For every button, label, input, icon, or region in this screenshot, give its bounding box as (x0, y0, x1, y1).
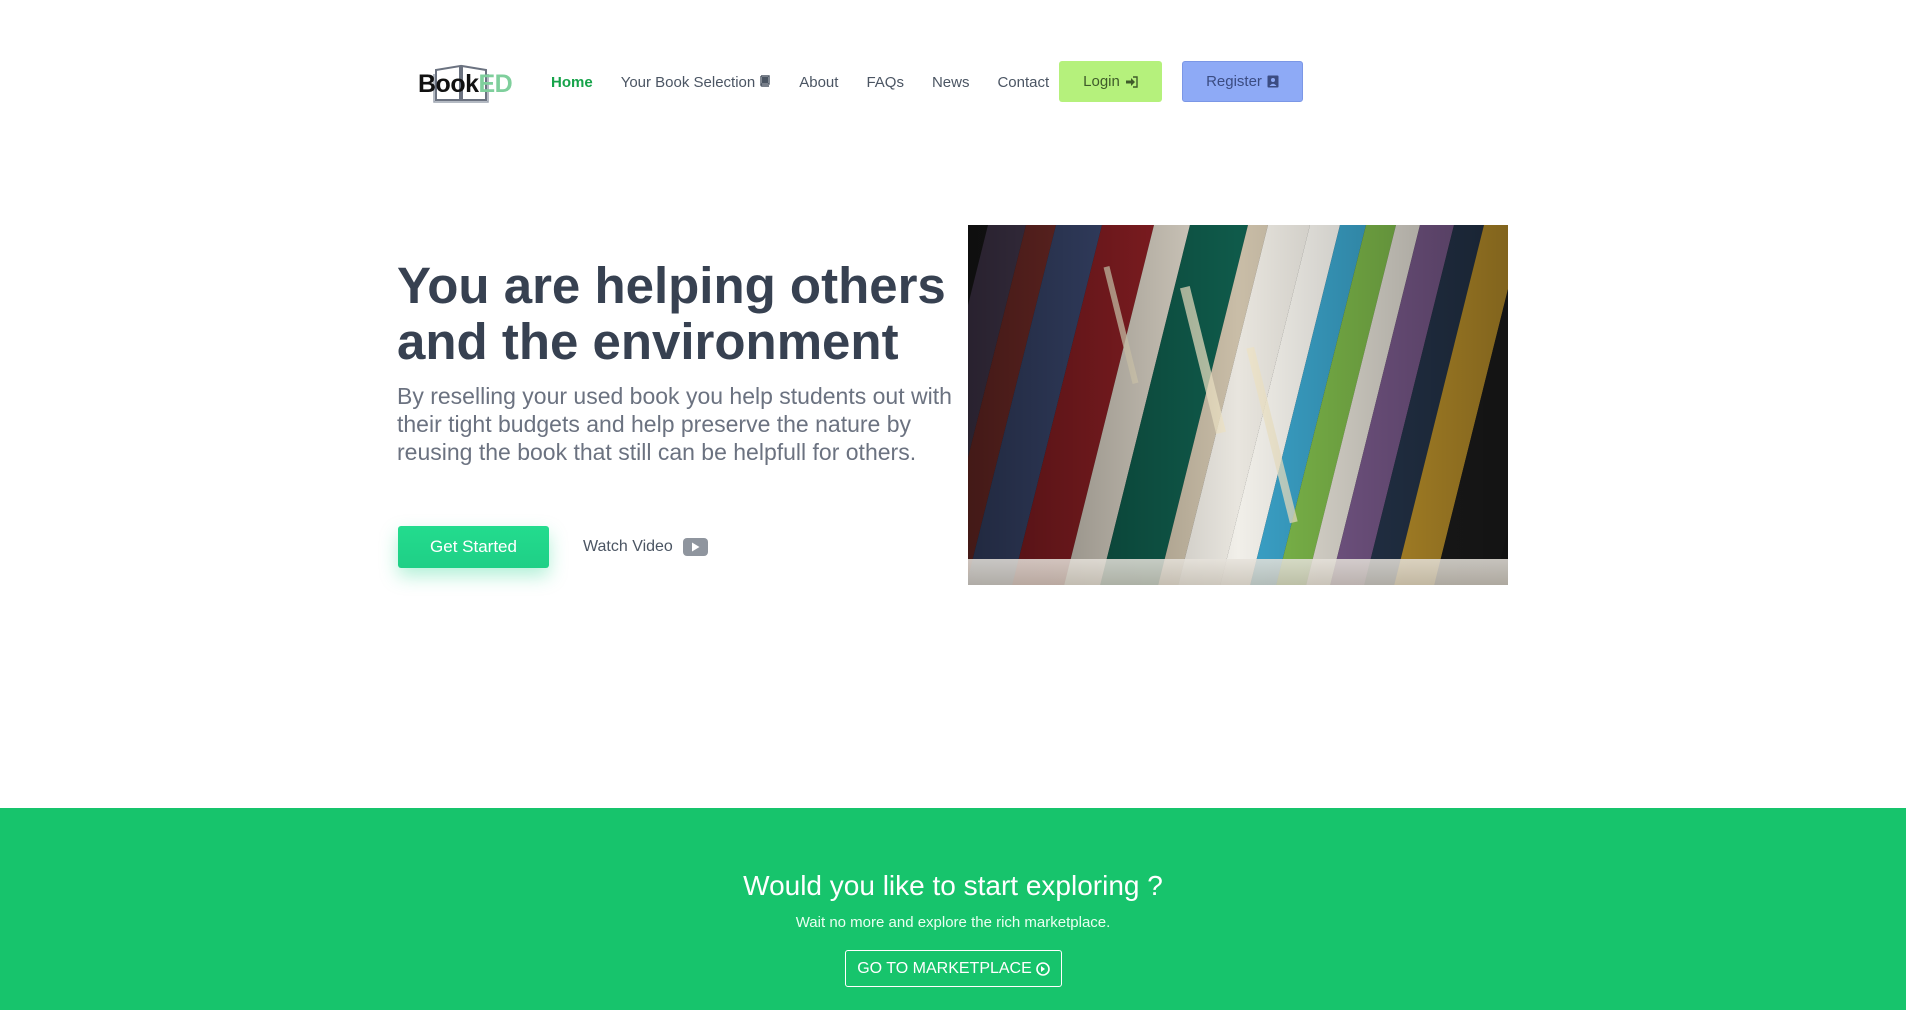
bookshelf-photo (968, 225, 1508, 585)
hero-description: By reselling your used book you help stu… (397, 383, 952, 465)
login-button[interactable]: Login (1059, 61, 1162, 102)
site-header: BookED Home Your Book Selection About FA… (0, 0, 1906, 164)
nav-about[interactable]: About (799, 74, 838, 91)
login-button-label: Login (1083, 73, 1120, 90)
brand-name-part1: Book (418, 70, 479, 98)
go-to-marketplace-button[interactable]: GO TO MARKETPLACE (845, 950, 1062, 987)
play-icon (682, 538, 708, 556)
brand-logo[interactable]: BookED (414, 60, 513, 106)
banner-title: Would you like to start exploring ? (743, 870, 1163, 901)
go-to-marketplace-label: GO TO MARKETPLACE (857, 959, 1032, 977)
arrow-circle-right-icon (1035, 961, 1050, 976)
main-nav: Home Your Book Selection About FAQs News… (551, 72, 1077, 92)
book-icon (759, 74, 771, 91)
sign-in-icon (1125, 75, 1138, 88)
explore-banner: Would you like to start exploring ? Wait… (0, 808, 1906, 1010)
watch-video-label: Watch Video (583, 538, 673, 555)
brand-name-part2: ED (478, 70, 513, 98)
nav-faqs[interactable]: FAQs (866, 74, 904, 91)
nav-contact[interactable]: Contact (997, 74, 1049, 91)
nav-your-book-selection-label: Your Book Selection (620, 73, 756, 91)
get-started-button[interactable]: Get Started (398, 526, 549, 568)
register-button[interactable]: Register (1182, 61, 1303, 102)
brand-name: BookED (418, 70, 513, 99)
watch-video-link[interactable]: Watch Video (583, 535, 708, 559)
nav-your-book-selection[interactable]: Your Book Selection (621, 74, 772, 91)
hero-title: You are helping others and the environme… (397, 257, 946, 370)
nav-news[interactable]: News (932, 74, 970, 91)
user-card-icon (1267, 75, 1279, 88)
register-button-label: Register (1206, 73, 1262, 90)
nav-home[interactable]: Home (551, 74, 593, 91)
banner-subtitle: Wait no more and explore the rich market… (795, 914, 1111, 931)
